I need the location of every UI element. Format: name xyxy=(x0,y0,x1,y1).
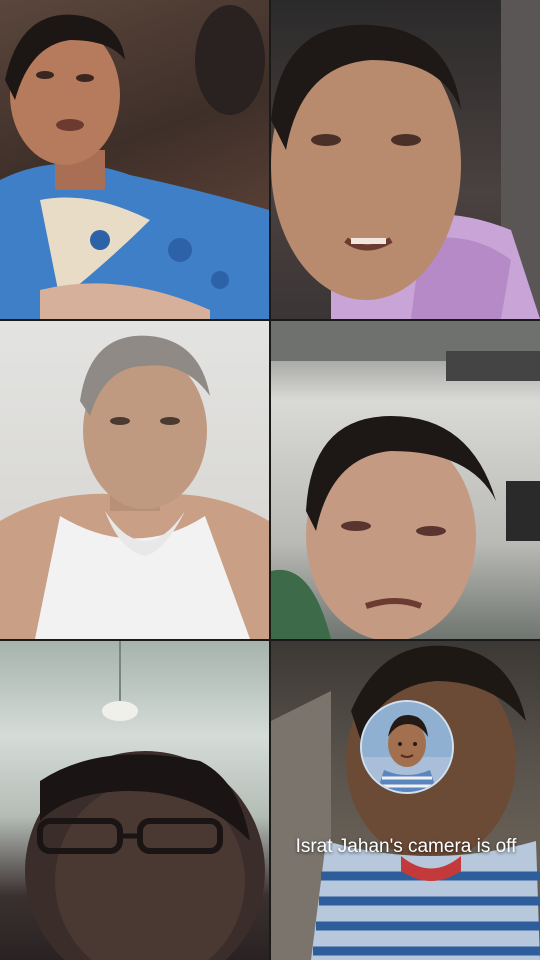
participant-video-tile-2[interactable] xyxy=(271,0,540,319)
participant-video-feed xyxy=(25,641,265,960)
profile-avatar-icon xyxy=(360,700,454,794)
participant-video-feed xyxy=(271,321,540,639)
participant-video-feed xyxy=(271,645,540,960)
participant-video-tile-1[interactable] xyxy=(0,0,269,319)
video-call-grid: Israt Jahan's camera is off xyxy=(0,0,540,960)
participant-video-tile-3[interactable] xyxy=(0,321,269,639)
participant-video-feed xyxy=(271,0,540,319)
participant-video-tile-4[interactable] xyxy=(271,321,540,639)
participant-video-tile-6[interactable] xyxy=(271,641,540,960)
participant-video-tile-5[interactable] xyxy=(0,641,269,960)
participant-video-feed xyxy=(0,5,269,319)
participant-video-feed xyxy=(0,335,269,639)
avatar-image xyxy=(362,702,452,792)
camera-off-message: Israt Jahan's camera is off xyxy=(295,836,517,857)
